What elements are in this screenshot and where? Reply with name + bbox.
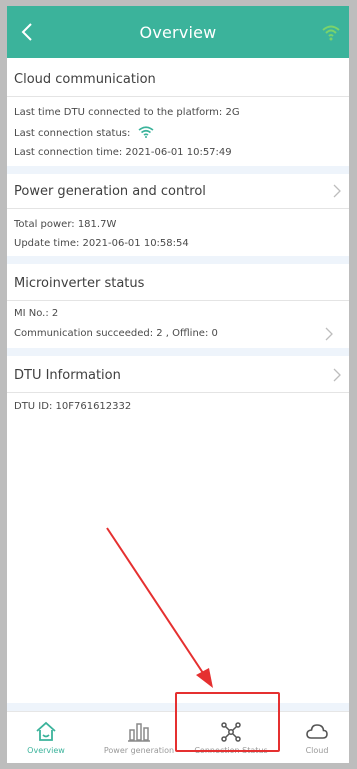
annotation-arrow [106, 527, 213, 688]
highlight-box [175, 692, 280, 752]
